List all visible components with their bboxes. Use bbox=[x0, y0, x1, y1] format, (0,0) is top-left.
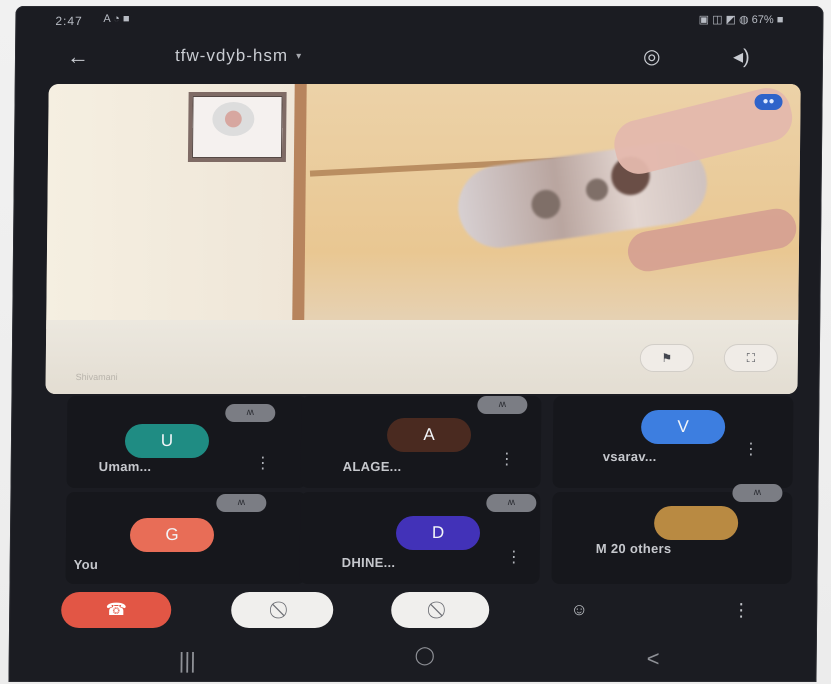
more-icon[interactable]: ⋮ bbox=[506, 549, 522, 566]
meeting-title[interactable]: tfw-vdyb-hsm ▾ bbox=[175, 46, 302, 66]
participant-tile[interactable]: ʍ G You bbox=[65, 492, 307, 584]
android-navigation-bar: ||| ◯ < bbox=[8, 640, 816, 682]
participant-name: You bbox=[73, 557, 99, 572]
participant-name: DHINE... bbox=[341, 555, 396, 570]
mute-icon: ʍ bbox=[732, 484, 783, 502]
mic-off-button[interactable]: ⃠ bbox=[391, 592, 490, 628]
status-time: 2:47 bbox=[55, 14, 83, 28]
video-off-button[interactable]: ⃠ bbox=[231, 592, 334, 628]
home-icon[interactable]: ◯ bbox=[415, 645, 435, 666]
video-door-edge bbox=[292, 84, 307, 328]
avatar: U bbox=[124, 424, 210, 458]
meeting-app-window: 2:47 A ◔ ■ ▣ ◫ ◩ ◍ 67% ■ ← tfw-vdyb-hsm … bbox=[8, 6, 824, 682]
participant-name: ALAGE... bbox=[342, 459, 402, 474]
more-icon[interactable]: ⋮ bbox=[499, 451, 515, 468]
end-call-button[interactable]: ☎ bbox=[61, 592, 172, 628]
end-call-icon: ☎ bbox=[105, 600, 127, 619]
overflow-menu-button[interactable]: ⋮ bbox=[731, 592, 751, 628]
participant-tile[interactable]: V ⋮ vsarav... bbox=[552, 396, 794, 488]
recent-apps-icon[interactable]: ||| bbox=[179, 648, 196, 674]
overflow-icon: ⋮ bbox=[732, 599, 751, 620]
participant-grid: ʍ U ⋮ Umam... ʍ A ⋮ ALAGE... V ⋮ vsarav.… bbox=[9, 396, 819, 592]
avatar: D bbox=[395, 516, 481, 550]
participant-name: M 20 others bbox=[596, 541, 672, 556]
chevron-down-icon: ▾ bbox=[296, 50, 303, 62]
status-system-icons: ▣ ◫ ◩ ◍ 67% ■ bbox=[698, 14, 784, 26]
participant-others-count: 20 others bbox=[610, 541, 672, 556]
mute-icon: ʍ bbox=[225, 404, 276, 422]
more-icon[interactable]: ⋮ bbox=[743, 441, 759, 458]
back-icon[interactable]: ← bbox=[67, 44, 89, 70]
avatar: G bbox=[129, 518, 215, 552]
participant-tile[interactable]: ʍ M 20 others bbox=[551, 484, 793, 584]
back-nav-icon[interactable]: < bbox=[647, 646, 660, 672]
raise-hand-button[interactable]: ☺ bbox=[559, 592, 599, 628]
raise-hand-icon: ☺ bbox=[570, 600, 588, 619]
mute-icon: ʍ bbox=[216, 494, 267, 512]
participant-tile[interactable]: ʍ U ⋮ Umam... bbox=[66, 396, 308, 488]
switch-camera-icon[interactable]: ◎ bbox=[643, 44, 661, 69]
avatar: V bbox=[640, 410, 726, 444]
speaker-icon[interactable]: ◂) bbox=[733, 44, 750, 69]
participant-tile[interactable]: ʍ A ⋮ ALAGE... bbox=[300, 396, 542, 488]
avatar bbox=[653, 506, 739, 540]
status-bar: 2:47 A ◔ ■ ▣ ◫ ◩ ◍ 67% ■ bbox=[15, 6, 823, 34]
participant-name: Umam... bbox=[98, 459, 152, 474]
participant-initial-name: M bbox=[595, 541, 608, 556]
more-icon[interactable]: ⋮ bbox=[255, 455, 271, 472]
avatar: A bbox=[386, 418, 472, 452]
participant-name: vsarav... bbox=[602, 449, 657, 464]
presenter-indicator-icon: ●● bbox=[754, 94, 783, 110]
pin-button[interactable]: ⚑ bbox=[639, 344, 694, 372]
mute-icon: ʍ bbox=[486, 494, 537, 512]
wall-picture bbox=[187, 92, 287, 162]
main-video[interactable]: ●● ⚑ ⛶ Shivamani bbox=[45, 84, 801, 394]
screen: 2:47 A ◔ ■ ▣ ◫ ◩ ◍ 67% ■ ← tfw-vdyb-hsm … bbox=[0, 0, 831, 684]
video-caption: Shivamani bbox=[75, 372, 118, 382]
fullscreen-button[interactable]: ⛶ bbox=[723, 344, 778, 372]
mute-icon: ʍ bbox=[477, 396, 528, 414]
meeting-header: ← tfw-vdyb-hsm ▾ ◎ ◂) bbox=[15, 36, 823, 80]
status-icons: A ◔ ■ bbox=[103, 13, 130, 25]
meeting-code: tfw-vdyb-hsm bbox=[174, 46, 289, 65]
participant-tile[interactable]: ʍ D ⋮ DHINE... bbox=[299, 492, 541, 584]
